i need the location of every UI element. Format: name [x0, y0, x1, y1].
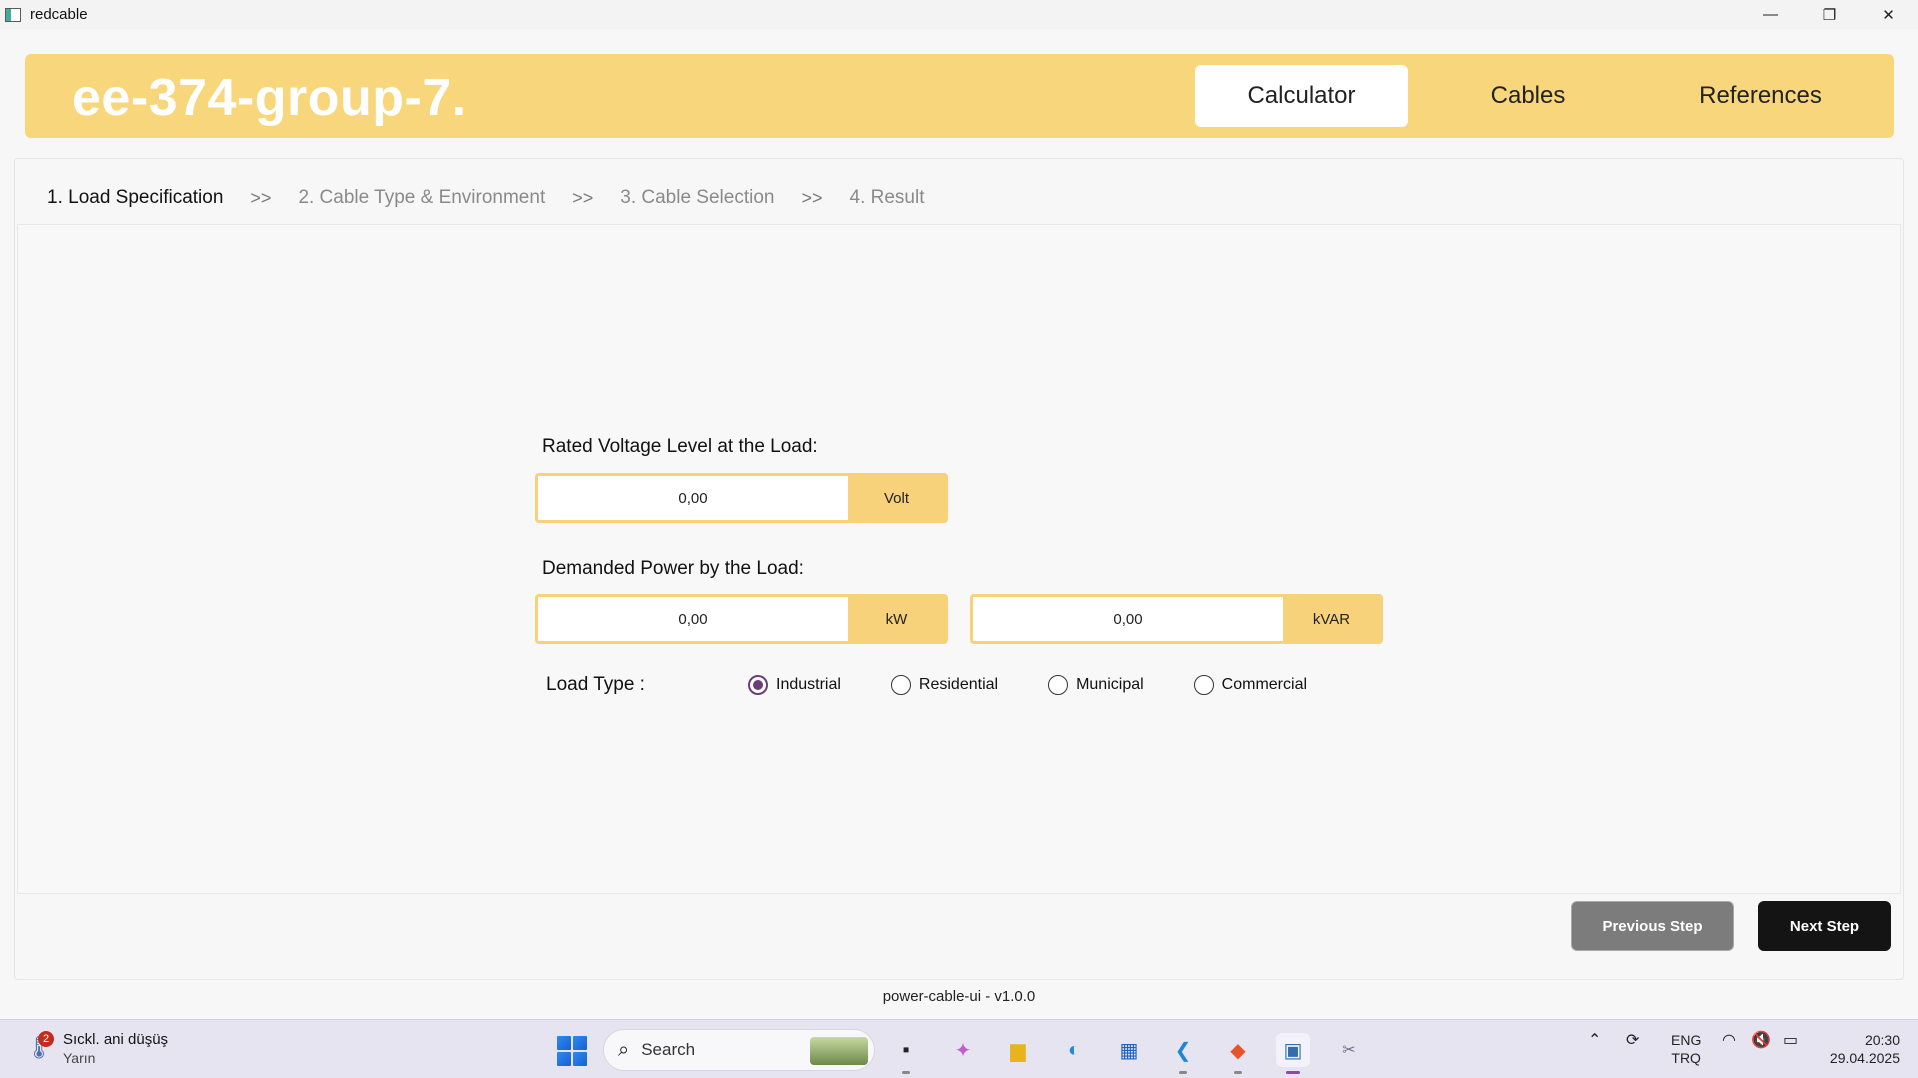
windows-start-icon[interactable] [557, 1036, 587, 1066]
reactive-power-input[interactable]: 0,00 [973, 597, 1283, 641]
step-navigation-bar: Previous Step Next Step [17, 897, 1901, 977]
load-type-radio-group: Industrial Residential Municipal Commerc… [748, 675, 1307, 695]
next-step-button[interactable]: Next Step [1758, 901, 1891, 951]
vscode-icon[interactable]: ❮ [1166, 1033, 1200, 1074]
window-title: redcable [30, 6, 88, 23]
title-bar: redcable — ❐ ✕ [0, 0, 1918, 29]
weather-subtitle: Yarın [63, 1050, 96, 1066]
nav-references[interactable]: References [1648, 65, 1873, 127]
snipping-tool-icon[interactable]: ✂ [1332, 1033, 1366, 1067]
radio-label: Commercial [1221, 676, 1308, 693]
step-separator: >> [572, 187, 594, 208]
active-power-input[interactable]: 0,00 [538, 597, 848, 641]
notification-badge: 2 [38, 1031, 54, 1047]
speaker-muted-icon[interactable]: 🔇 [1751, 1030, 1771, 1050]
brand-title: ee-374-group-7. [72, 69, 467, 127]
radio-label: Residential [918, 676, 999, 693]
step-separator: >> [801, 187, 823, 208]
voltage-unit: Volt [848, 476, 945, 520]
previous-step-button[interactable]: Previous Step [1571, 901, 1734, 951]
minimize-button[interactable]: — [1741, 0, 1800, 29]
nav-cables[interactable]: Cables [1408, 65, 1648, 127]
radio-municipal[interactable]: Municipal [1048, 675, 1144, 695]
language-bottom: TRQ [1671, 1050, 1701, 1066]
sync-icon[interactable]: ⟳ [1626, 1030, 1639, 1050]
microsoft-store-icon[interactable]: ▦ [1112, 1033, 1146, 1067]
window-controls: — ❐ ✕ [1741, 0, 1918, 29]
wifi-icon[interactable]: ◠ [1722, 1030, 1736, 1050]
active-power-unit: kW [848, 597, 945, 641]
step-content: Rated Voltage Level at the Load: 0,00 Vo… [17, 224, 1901, 894]
load-type-label: Load Type : [546, 674, 645, 695]
radio-commercial[interactable]: Commercial [1193, 675, 1308, 695]
weather-text: Sıckl. ani düşüş Yarın [63, 1030, 168, 1068]
language-indicator[interactable]: ENG TRQ [1671, 1031, 1701, 1067]
voltage-input[interactable]: 0,00 [538, 476, 848, 520]
search-placeholder: Search [641, 1040, 696, 1059]
thermometer-icon: 🌡 2 [25, 1031, 54, 1060]
step-result[interactable]: 4. Result [850, 187, 925, 209]
version-label: power-cable-ui - v1.0.0 [882, 988, 1036, 1005]
file-explorer-icon[interactable]: ▆ [1001, 1033, 1035, 1067]
weather-widget[interactable]: 🌡 2 Sıckl. ani düşüş Yarın [25, 1030, 168, 1068]
radio-indicator [1193, 675, 1214, 695]
taskbar-search[interactable]: ⌕ Search [603, 1029, 875, 1071]
reactive-power-input-group: 0,00 kVAR [970, 594, 1383, 644]
voltage-input-group: 0,00 Volt [535, 473, 948, 523]
copilot-icon[interactable]: ✦ [946, 1033, 980, 1067]
clock-time: 20:30 [1864, 1032, 1900, 1048]
radio-residential[interactable]: Residential [890, 675, 999, 695]
close-button[interactable]: ✕ [1859, 0, 1918, 29]
battery-icon[interactable]: ▭ [1783, 1030, 1798, 1050]
brave-browser-icon[interactable]: ◆ [1221, 1033, 1255, 1074]
show-hidden-icons-chevron-icon[interactable]: ⌃ [1588, 1030, 1601, 1050]
step-cable-selection[interactable]: 3. Cable Selection [620, 187, 774, 209]
step-load-specification[interactable]: 1. Load Specification [47, 187, 223, 209]
weather-title: Sıckl. ani düşüş [63, 1031, 169, 1048]
system-clock[interactable]: 20:30 29.04.2025 [1830, 1031, 1900, 1067]
voltage-label: Rated Voltage Level at the Load: [542, 436, 818, 457]
radio-indicator [748, 675, 768, 695]
search-icon: ⌕ [618, 1038, 630, 1061]
radio-indicator [1048, 675, 1069, 695]
power-label: Demanded Power by the Load: [542, 558, 804, 579]
search-highlight-image [810, 1037, 868, 1065]
windows-taskbar: 🌡 2 Sıckl. ani düşüş Yarın ⌕ Search ▪ ✦ … [0, 1019, 1918, 1078]
radio-indicator [890, 675, 911, 695]
app-header: ee-374-group-7. Calculator Cables Refere… [25, 54, 1894, 138]
radio-label: Municipal [1076, 676, 1144, 693]
task-view-icon[interactable]: ▪ [889, 1033, 923, 1074]
python-app-icon[interactable]: ▣ [1276, 1033, 1310, 1074]
step-cable-type-environment[interactable]: 2. Cable Type & Environment [298, 187, 545, 209]
clock-date: 29.04.2025 [1829, 1050, 1900, 1066]
step-breadcrumb: 1. Load Specification >> 2. Cable Type &… [47, 187, 925, 209]
edge-browser-icon[interactable]: ◐ [1057, 1033, 1091, 1067]
calculator-panel: 1. Load Specification >> 2. Cable Type &… [14, 158, 1904, 980]
active-power-input-group: 0,00 kW [535, 594, 948, 644]
radio-industrial[interactable]: Industrial [748, 675, 841, 695]
nav-calculator[interactable]: Calculator [1195, 65, 1408, 127]
main-nav: Calculator Cables References [1195, 65, 1873, 127]
step-separator: >> [250, 187, 272, 208]
reactive-power-unit: kVAR [1283, 597, 1380, 641]
maximize-button[interactable]: ❐ [1800, 0, 1859, 29]
language-top: ENG [1671, 1032, 1702, 1048]
app-icon [5, 7, 21, 22]
radio-label: Industrial [776, 676, 841, 693]
